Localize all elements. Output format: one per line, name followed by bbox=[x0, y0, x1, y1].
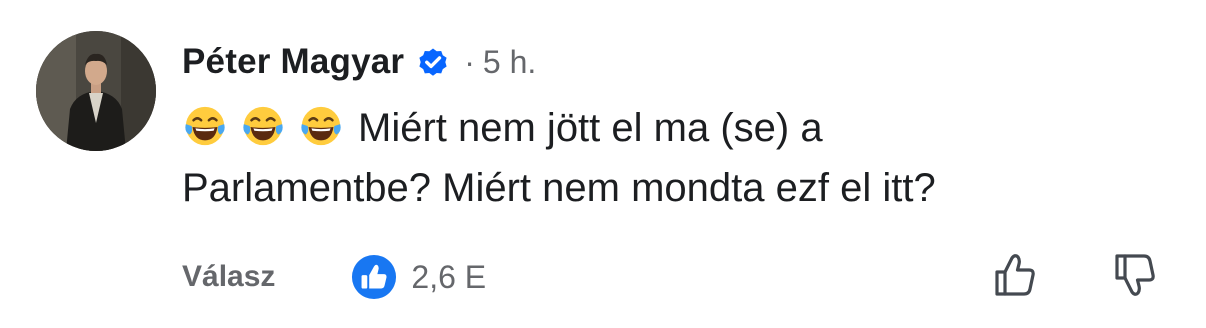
thumbs-down-outline-icon[interactable] bbox=[1110, 250, 1160, 300]
time-separator: · bbox=[464, 43, 475, 80]
thumbs-up-icon bbox=[352, 254, 397, 300]
emoji-group bbox=[182, 103, 344, 149]
timestamp[interactable]: 5 h. bbox=[483, 44, 536, 81]
face-with-tears-of-joy-icon bbox=[185, 106, 225, 146]
like-count: 2,6 E bbox=[411, 258, 487, 295]
thumbs-up-outline-icon[interactable] bbox=[990, 250, 1040, 300]
author-name[interactable]: Péter Magyar bbox=[182, 42, 404, 82]
profile-photo bbox=[36, 31, 156, 151]
verified-badge-icon bbox=[419, 48, 447, 76]
face-with-tears-of-joy-icon bbox=[243, 106, 283, 146]
comment-actions: Válasz 2,6 E bbox=[182, 252, 486, 302]
reply-button[interactable]: Válasz bbox=[182, 260, 275, 294]
face-with-tears-of-joy-icon bbox=[301, 106, 341, 146]
comment-header: Péter Magyar · 5 h. bbox=[182, 40, 536, 84]
comment-body: Miért nem jött el ma (se) a Parlamentbe?… bbox=[182, 98, 1082, 218]
reaction-summary[interactable]: 2,6 E bbox=[351, 254, 486, 300]
avatar[interactable] bbox=[36, 31, 156, 151]
